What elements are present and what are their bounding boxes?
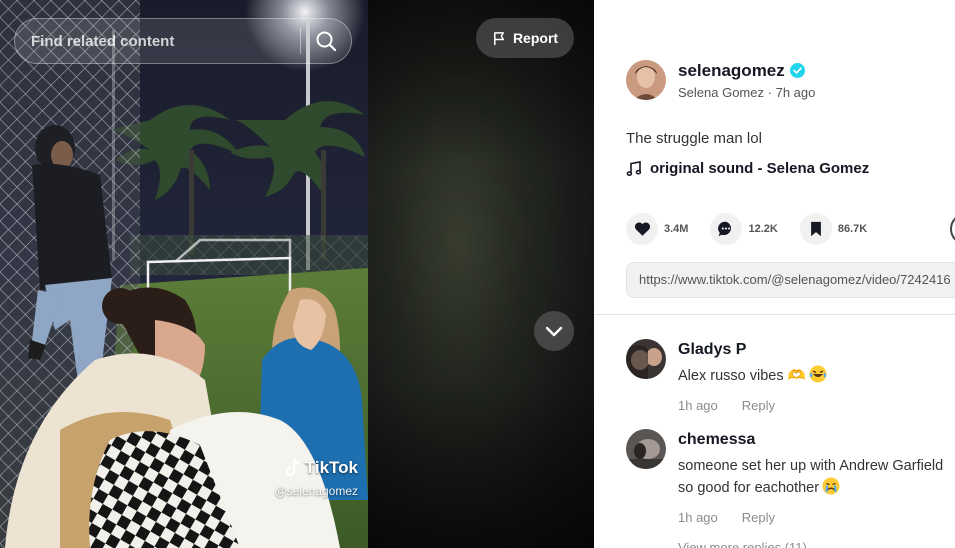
- tiktok-watermark: TikTok @selenagomez: [264, 458, 364, 498]
- comment-text: Alex russo vibes 🫶: [678, 365, 827, 390]
- tiktok-logo-icon: [285, 458, 300, 477]
- like-button[interactable]: 3.4M: [626, 213, 688, 245]
- author-avatar-image: [626, 60, 666, 100]
- next-video-button[interactable]: [534, 311, 574, 351]
- copy-link-field[interactable]: https://www.tiktok.com/@selenagomez/vide…: [626, 262, 955, 298]
- music-note-icon: [626, 160, 642, 176]
- author-subtitle: Selena Gomez · 7h ago: [678, 85, 815, 100]
- comment-item: chemessa someone set her up with Andrew …: [626, 429, 943, 525]
- author-info: selenagomez Selena Gomez · 7h ago: [626, 60, 815, 100]
- search-bar: [14, 18, 352, 64]
- report-label: Report: [512, 30, 559, 46]
- music-title: original sound - Selena Gomez: [650, 160, 870, 177]
- author-username[interactable]: selenagomez: [678, 61, 785, 81]
- share-icon[interactable]: [950, 213, 955, 245]
- view-more-replies[interactable]: View more replies (11): [678, 540, 807, 548]
- comment-author[interactable]: Gladys P: [678, 341, 827, 359]
- search-button[interactable]: [301, 19, 351, 63]
- comment-icon: [718, 221, 732, 237]
- search-input[interactable]: [15, 19, 300, 63]
- comment-text-content: Alex russo vibes 🫶: [678, 368, 806, 384]
- reply-button[interactable]: Reply: [742, 510, 775, 525]
- watermark-brand: TikTok: [304, 458, 358, 477]
- comment-text: someone set her up with Andrew Garfield …: [678, 455, 943, 502]
- comment-text-line: someone set her up with Andrew Garfield: [678, 458, 944, 474]
- video-blur-background: [368, 0, 594, 548]
- music-info[interactable]: original sound - Selena Gomez: [626, 160, 869, 177]
- flag-icon: [494, 31, 504, 45]
- reply-button[interactable]: Reply: [742, 398, 775, 413]
- subtitle-separator: ·: [767, 84, 772, 100]
- post-description: The struggle man lol: [626, 130, 762, 147]
- comment-avatar-image: [626, 429, 666, 469]
- video-stage: Report TikTok @selenagomez: [0, 0, 594, 548]
- comment-text-line: so good for eachother: [678, 480, 820, 496]
- laughing-emoji: [809, 365, 827, 390]
- search-icon: [316, 31, 337, 52]
- comment-author[interactable]: chemessa: [678, 431, 943, 449]
- details-panel: selenagomez Selena Gomez · 7h ago The st…: [594, 0, 955, 548]
- crying-emoji: [822, 477, 840, 502]
- divider: [594, 314, 955, 315]
- tiktok-video-page: Report TikTok @selenagomez: [0, 0, 955, 548]
- report-button[interactable]: Report: [476, 18, 574, 58]
- comment-count: 12.2K: [748, 223, 778, 235]
- comment-button[interactable]: 12.2K: [710, 213, 778, 245]
- chevron-down-icon: [545, 326, 563, 337]
- save-count: 86.7K: [837, 223, 868, 235]
- comment-time: 1h ago: [678, 510, 718, 525]
- verified-badge-icon: [789, 63, 805, 78]
- action-bar: 3.4M 12.2K 86.7K: [626, 213, 889, 245]
- comment-avatar-image: [626, 339, 666, 379]
- bookmark-icon: [810, 221, 821, 237]
- watermark-handle: @selenagomez: [274, 484, 358, 498]
- post-time: 7h ago: [775, 84, 816, 100]
- author-display-name: Selena Gomez: [678, 84, 764, 100]
- comment-avatar[interactable]: [626, 339, 666, 379]
- like-count: 3.4M: [664, 223, 689, 235]
- author-avatar[interactable]: [626, 60, 666, 100]
- heart-icon: [634, 222, 650, 236]
- save-button[interactable]: 86.7K: [799, 213, 868, 245]
- comment-time: 1h ago: [678, 398, 718, 413]
- comment-avatar[interactable]: [626, 429, 666, 469]
- comment-item: Gladys P Alex russo vibes 🫶 1h ago Reply: [626, 339, 827, 413]
